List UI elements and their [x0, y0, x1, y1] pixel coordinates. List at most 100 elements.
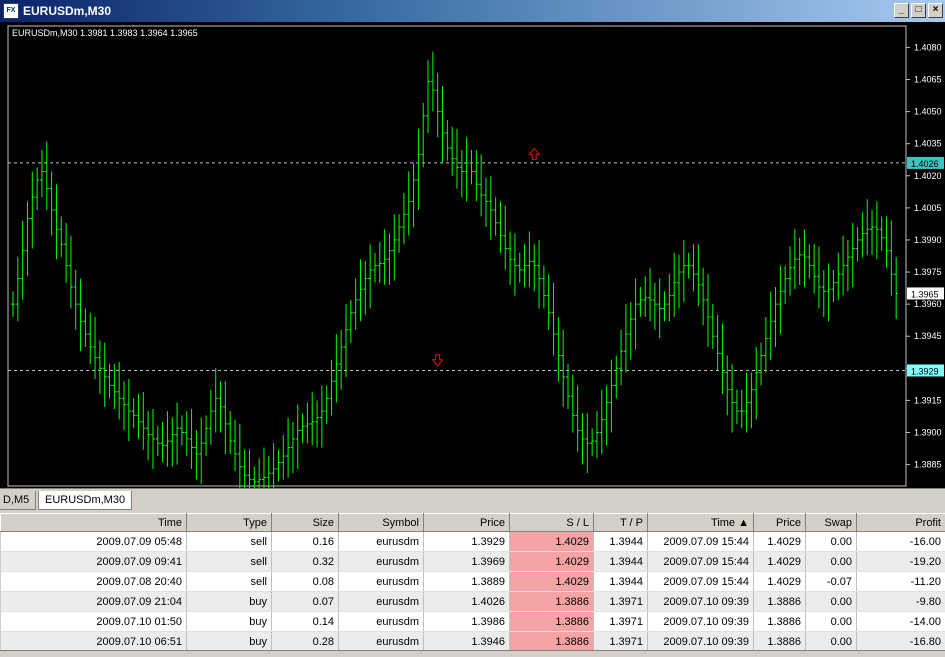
table-cell: 1.3969: [423, 551, 510, 572]
y-tick-label: 1.3885: [914, 460, 942, 470]
table-row[interactable]: 2009.07.08 20:40 sell 0.08 eurusdm 1.3889 1.4…: [0, 571, 945, 592]
table-cell: 1.3889: [423, 571, 510, 592]
table-cell: 0.00: [805, 551, 857, 572]
table-cell: 2009.07.08 20:40: [0, 571, 187, 592]
y-tick-label: 1.4080: [914, 42, 942, 52]
table-cell: buy: [186, 611, 272, 632]
current-price-label: 1.3965: [911, 289, 939, 299]
table-cell: 0.07: [271, 591, 339, 612]
table-cell: 1.3886: [753, 611, 806, 632]
table-cell: 1.4029: [753, 531, 806, 552]
table-cell: 1.3971: [593, 591, 648, 612]
table-cell: 1.3886: [753, 591, 806, 612]
column-header[interactable]: Swap: [805, 513, 857, 532]
bottom-tab-strip: [0, 650, 945, 657]
table-cell: 0.32: [271, 551, 339, 572]
y-tick-label: 1.4050: [914, 107, 942, 117]
title-bar: FX EURUSDm,M30 _ □ ×: [0, 0, 945, 22]
table-cell: sell: [186, 571, 272, 592]
arrow-down-icon: [431, 354, 444, 367]
y-tick-label: 1.4035: [914, 139, 942, 149]
maximize-button[interactable]: □: [911, 3, 926, 18]
y-tick-label: 1.3945: [914, 331, 942, 341]
table-cell: 1.3986: [423, 611, 510, 632]
chart-legend: EURUSDm,M30 1.3981 1.3983 1.3964 1.3965: [12, 28, 198, 38]
y-tick-label: 1.4065: [914, 74, 942, 84]
column-header[interactable]: Price: [753, 513, 806, 532]
table-cell: 1.4029: [509, 571, 594, 592]
table-row[interactable]: 2009.07.09 09:41 sell 0.32 eurusdm 1.3969 1.4…: [0, 551, 945, 572]
table-cell: 0.16: [271, 531, 339, 552]
table-row[interactable]: 2009.07.09 21:04 buy 0.07 eurusdm 1.4026 1.38…: [0, 591, 945, 612]
price-level-label: 1.3929: [911, 366, 939, 376]
table-cell: 2009.07.09 15:44: [647, 551, 754, 572]
table-row[interactable]: 2009.07.10 06:51 buy 0.28 eurusdm 1.3946 1.38…: [0, 631, 945, 652]
table-cell: -11.20: [856, 571, 945, 592]
table-cell: 1.4029: [753, 571, 806, 592]
y-tick-label: 1.4020: [914, 171, 942, 181]
column-header[interactable]: Time: [0, 513, 187, 532]
table-cell: -0.07: [805, 571, 857, 592]
table-cell: 1.3946: [423, 631, 510, 652]
table-cell: 2009.07.09 09:41: [0, 551, 187, 572]
table-cell: 1.4029: [753, 551, 806, 572]
y-tick-label: 1.3915: [914, 395, 942, 405]
table-cell: 1.3944: [593, 551, 648, 572]
minimize-button[interactable]: _: [894, 3, 909, 18]
table-cell: 1.3971: [593, 611, 648, 632]
table-cell: 2009.07.10 09:39: [647, 611, 754, 632]
table-cell: eurusdm: [338, 591, 424, 612]
table-cell: 0.14: [271, 611, 339, 632]
table-cell: 2009.07.10 09:39: [647, 631, 754, 652]
table-cell: 1.3886: [509, 591, 594, 612]
table-row[interactable]: 2009.07.10 01:50 buy 0.14 eurusdm 1.3986 1.38…: [0, 611, 945, 632]
window-title: EURUSDm,M30: [23, 4, 112, 18]
table-cell: 1.3971: [593, 631, 648, 652]
table-cell: 1.4026: [423, 591, 510, 612]
table-cell: -19.20: [856, 551, 945, 572]
y-tick-label: 1.3990: [914, 235, 942, 245]
y-tick-label: 1.3960: [914, 299, 942, 309]
table-cell: -14.00: [856, 611, 945, 632]
tab-d-m5[interactable]: D,M5: [0, 491, 36, 510]
table-cell: 2009.07.09 15:44: [647, 571, 754, 592]
tab-eurusdm-m30[interactable]: EURUSDm,M30: [38, 491, 132, 510]
table-cell: 1.3886: [509, 631, 594, 652]
close-button[interactable]: ×: [928, 3, 943, 18]
table-cell: sell: [186, 531, 272, 552]
table-cell: 1.3944: [593, 571, 648, 592]
trade-history-table: Time Type Size Symbol Price S / LT / P Time ▲ P…: [0, 513, 945, 652]
column-header[interactable]: Type: [186, 513, 272, 532]
table-cell: buy: [186, 591, 272, 612]
column-header[interactable]: Symbol: [338, 513, 424, 532]
chart-app-icon: FX: [3, 3, 19, 19]
table-cell: 1.3944: [593, 531, 648, 552]
column-header[interactable]: Size: [271, 513, 339, 532]
table-cell: 2009.07.09 05:48: [0, 531, 187, 552]
column-header[interactable]: Price: [423, 513, 510, 532]
y-tick-label: 1.4005: [914, 203, 942, 213]
table-cell: 2009.07.09 21:04: [0, 591, 187, 612]
table-cell: eurusdm: [338, 611, 424, 632]
table-cell: 1.3886: [509, 611, 594, 632]
table-cell: eurusdm: [338, 571, 424, 592]
table-cell: -16.00: [856, 531, 945, 552]
table-cell: -16.80: [856, 631, 945, 652]
column-header[interactable]: T / P: [593, 513, 648, 532]
column-header[interactable]: Profit: [856, 513, 945, 532]
y-tick-label: 1.3975: [914, 267, 942, 277]
table-cell: 2009.07.10 09:39: [647, 591, 754, 612]
column-header[interactable]: Time ▲: [647, 513, 754, 532]
arrow-up-icon: [528, 147, 541, 160]
table-cell: eurusdm: [338, 631, 424, 652]
table-cell: 0.08: [271, 571, 339, 592]
table-row[interactable]: 2009.07.09 05:48 sell 0.16 eurusdm 1.3929 1.4…: [0, 531, 945, 552]
table-cell: 0.28: [271, 631, 339, 652]
table-cell: 2009.07.09 15:44: [647, 531, 754, 552]
column-header[interactable]: S / L: [509, 513, 594, 532]
price-chart[interactable]: 1.4080 1.4065 1.4050 1.4035 1.4020 1.4005 1.39…: [0, 22, 945, 488]
table-cell: 0.00: [805, 591, 857, 612]
table-cell: 1.4029: [509, 551, 594, 572]
table-cell: eurusdm: [338, 531, 424, 552]
chart-area[interactable]: 1.4080 1.4065 1.4050 1.4035 1.4020 1.4005 1.39…: [0, 22, 945, 488]
